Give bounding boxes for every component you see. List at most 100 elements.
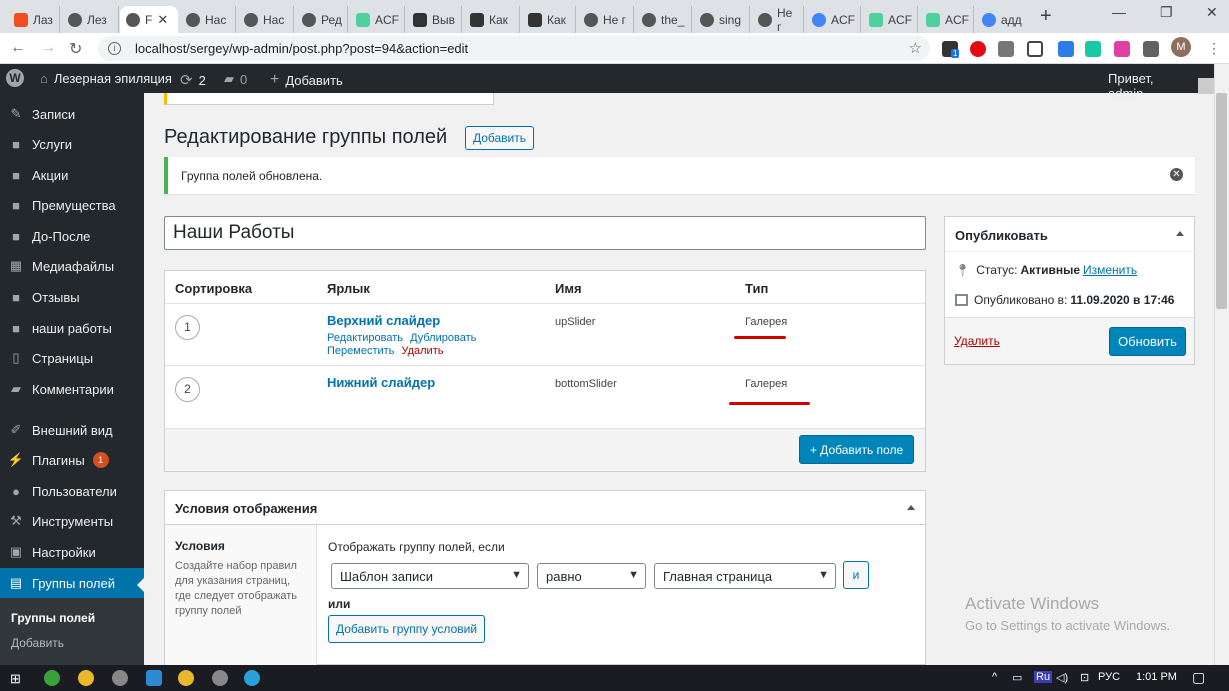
collapse-icon[interactable]: [907, 505, 915, 510]
browser-tab[interactable]: Не г: [578, 6, 634, 33]
field-order-handle[interactable]: 1: [175, 315, 200, 340]
site-name-link[interactable]: ⌂ Лезерная эпиляция: [40, 71, 172, 86]
screenshot-icon[interactable]: [1027, 41, 1043, 57]
app-icon[interactable]: [44, 670, 60, 686]
minimize-icon[interactable]: —: [1112, 4, 1126, 20]
color-picker-icon[interactable]: [1114, 41, 1130, 57]
edit-status-link[interactable]: Изменить: [1083, 263, 1137, 277]
new-content-link[interactable]: + Добавить: [270, 71, 343, 89]
add-and-rule-button[interactable]: и: [843, 561, 869, 589]
add-new-button[interactable]: Добавить: [465, 126, 534, 150]
sidebar-item-our-works[interactable]: ■ наши работы: [0, 313, 144, 343]
browser-tab[interactable]: Нас: [238, 6, 294, 33]
browser-tab[interactable]: Лаз: [8, 6, 60, 33]
edit-field-link[interactable]: Редактировать: [327, 332, 403, 344]
rule-value-select[interactable]: Главная страница ▼: [654, 563, 836, 589]
clock[interactable]: 1:01 PM: [1136, 671, 1177, 683]
field-order-handle[interactable]: 2: [175, 377, 200, 402]
scrollbar-thumb[interactable]: [1216, 93, 1227, 309]
submenu-item-field-groups[interactable]: Группы полей: [11, 611, 95, 625]
forward-icon[interactable]: →: [40, 39, 56, 57]
bookmark-star-icon[interactable]: ☆: [909, 39, 922, 57]
input-language[interactable]: РУС: [1098, 671, 1120, 683]
add-rule-group-button[interactable]: Добавить группу условий: [328, 615, 485, 643]
update-button[interactable]: Обновить: [1109, 327, 1186, 356]
field-label-link[interactable]: Верхний слайдер: [327, 313, 440, 328]
publish-box-header[interactable]: Опубликовать: [945, 217, 1194, 252]
wp-logo-icon[interactable]: W: [6, 69, 24, 87]
telegram-icon[interactable]: [244, 670, 260, 686]
profile-avatar[interactable]: M: [1171, 37, 1191, 57]
network-icon[interactable]: ⊡: [1080, 671, 1089, 684]
browser-tab[interactable]: ACF: [920, 6, 974, 33]
sidebar-item-posts[interactable]: ✎ Записи: [0, 99, 144, 129]
browser-tab[interactable]: the_: [636, 6, 692, 33]
field-label-link[interactable]: Нижний слайдер: [327, 375, 435, 390]
tray-chevron-icon[interactable]: ^: [992, 671, 997, 683]
duplicate-field-link[interactable]: Дублировать: [410, 332, 476, 344]
browser-tab[interactable]: Как: [522, 6, 576, 33]
browser-tab[interactable]: Лез: [62, 6, 119, 33]
delete-field-link[interactable]: Удалить: [401, 345, 443, 357]
rule-operator-select[interactable]: равно ▼: [537, 563, 646, 589]
opera-icon[interactable]: [970, 41, 986, 57]
dismiss-icon[interactable]: ✕: [1170, 168, 1183, 181]
url-bar[interactable]: i localhost/sergey/wp-admin/post.php?pos…: [98, 36, 930, 61]
notifications-icon[interactable]: ▢: [1192, 669, 1205, 686]
browser-tab[interactable]: ACF: [350, 6, 405, 33]
chrome-icon[interactable]: [78, 670, 94, 686]
browser-tab[interactable]: Не г: [752, 6, 804, 34]
collapse-icon[interactable]: [1176, 231, 1184, 236]
tray-icon[interactable]: ▭: [1012, 671, 1022, 684]
sidebar-item-reviews[interactable]: ■ Отзывы: [0, 282, 144, 312]
pen-icon[interactable]: [1058, 41, 1074, 57]
field-row[interactable]: 2 Нижний слайдер bottomSlider Галерея: [165, 366, 925, 429]
close-tab-icon[interactable]: ✕: [157, 12, 168, 28]
submenu-item-add-new[interactable]: Добавить: [11, 636, 64, 650]
language-badge[interactable]: Ru: [1034, 671, 1053, 683]
back-icon[interactable]: ←: [10, 39, 26, 57]
chrome-icon[interactable]: [178, 670, 194, 686]
vscode-icon[interactable]: [146, 670, 162, 686]
browser-tab[interactable]: адд: [976, 6, 1032, 33]
browser-tab[interactable]: sing: [694, 6, 750, 33]
sidebar-item-plugins[interactable]: ⚡ Плагины 1: [0, 445, 144, 475]
sidebar-item-advantages[interactable]: ■ Премущества: [0, 190, 144, 220]
menu-icon[interactable]: ⋮: [1207, 40, 1221, 57]
group-title-input[interactable]: [164, 216, 926, 250]
reload-icon[interactable]: ↻: [69, 39, 82, 59]
volume-icon[interactable]: ◁): [1056, 671, 1068, 684]
sidebar-item-users[interactable]: ● Пользователи: [0, 476, 144, 506]
camera-icon[interactable]: [998, 41, 1014, 57]
info-icon[interactable]: i: [108, 42, 121, 55]
sidebar-item-services[interactable]: ■ Услуги: [0, 129, 144, 159]
browser-tab[interactable]: Нас: [180, 6, 236, 33]
location-box-header[interactable]: Условия отображения: [165, 491, 925, 525]
restore-icon[interactable]: ❐: [1160, 4, 1173, 21]
flow-icon[interactable]: [1085, 41, 1101, 57]
sidebar-item-settings[interactable]: ▣ Настройки: [0, 537, 144, 567]
sidebar-item-appearance[interactable]: ✐ Внешний вид: [0, 415, 144, 445]
account-link[interactable]: Привет, admin: [1108, 71, 1214, 101]
start-icon[interactable]: ⊞: [10, 671, 21, 687]
browser-tab[interactable]: Ред: [296, 6, 348, 33]
comments-link[interactable]: ▰ 0: [224, 71, 247, 87]
browser-tab[interactable]: Выв: [407, 6, 462, 33]
sidebar-item-promotions[interactable]: ■ Акции: [0, 160, 144, 190]
sidebar-item-media[interactable]: ▦ Медиафайлы: [0, 251, 144, 281]
move-field-link[interactable]: Переместить: [327, 345, 394, 357]
browser-tab[interactable]: ACF: [806, 6, 861, 33]
sidebar-item-comments[interactable]: ▰ Комментарии: [0, 374, 144, 404]
sidebar-item-field-groups[interactable]: ▤ Группы полей: [0, 568, 144, 598]
url-text[interactable]: localhost/sergey/wp-admin/post.php?post=…: [135, 41, 468, 56]
browser-tab[interactable]: Как: [464, 6, 520, 33]
updates-link[interactable]: ⟳ 2: [180, 71, 206, 89]
field-row[interactable]: 1 Верхний слайдер Редактировать Дублиров…: [165, 304, 925, 366]
close-window-icon[interactable]: ✕: [1206, 4, 1218, 21]
browser-tab[interactable]: ACF: [863, 6, 918, 33]
app-icon[interactable]: [112, 670, 128, 686]
new-tab-icon[interactable]: +: [1040, 5, 1052, 28]
delete-link[interactable]: Удалить: [954, 334, 1000, 348]
rule-param-select[interactable]: Шаблон записи ▼: [331, 563, 529, 589]
sidebar-item-pages[interactable]: ▯ Страницы: [0, 343, 144, 373]
